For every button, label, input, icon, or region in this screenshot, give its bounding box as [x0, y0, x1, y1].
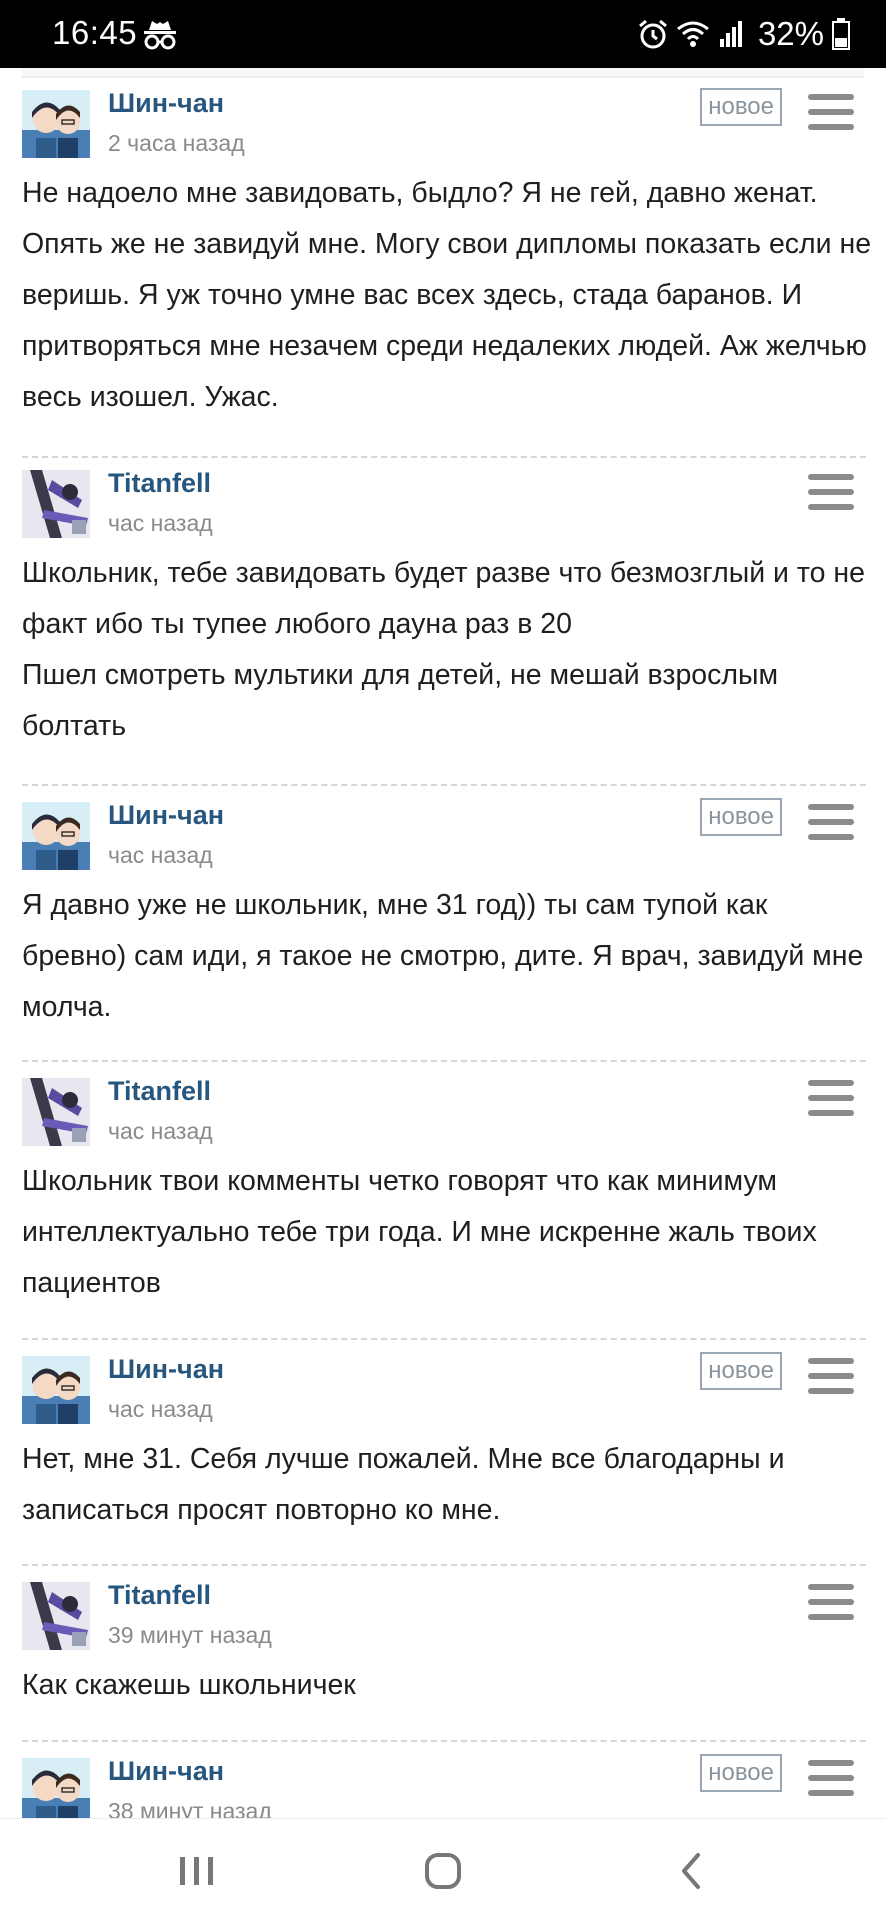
- comment-divider: [22, 456, 866, 458]
- system-nav-bar: [0, 1818, 886, 1921]
- comment-author[interactable]: Шин-чан: [108, 1354, 224, 1385]
- home-icon[interactable]: [413, 1843, 473, 1899]
- comments-feed[interactable]: Шин-чан 2 часа назад новое Не надоело мн…: [0, 68, 886, 1818]
- conan-avatar-art: [22, 802, 90, 870]
- alarm-icon: [638, 19, 667, 49]
- comment-divider: [22, 784, 866, 786]
- comment-text: Я давно уже не школьник, мне 31 год)) ты…: [22, 889, 872, 1023]
- avatar[interactable]: [22, 1078, 90, 1146]
- conan-avatar-art: [22, 1758, 90, 1818]
- wifi-icon: [677, 21, 709, 47]
- avatar[interactable]: [22, 1758, 90, 1818]
- comment-divider: [22, 1060, 866, 1062]
- new-badge: новое: [700, 798, 782, 836]
- comment-text: Как скажешь школьничек: [22, 1669, 356, 1701]
- conan-avatar-art: [22, 1356, 90, 1424]
- avatar[interactable]: [22, 90, 90, 158]
- signal-icon: [719, 21, 742, 47]
- titanfell-avatar-art: [22, 1582, 90, 1650]
- comment-author[interactable]: Titanfell: [108, 1076, 211, 1107]
- comment-menu-icon[interactable]: [808, 1584, 854, 1620]
- new-badge: новое: [700, 1754, 782, 1792]
- comment-divider: [22, 1740, 866, 1742]
- comment-author[interactable]: Шин-чан: [108, 1756, 224, 1787]
- new-badge: новое: [700, 88, 782, 126]
- comment-time: час назад: [108, 1118, 213, 1144]
- comment-text: Школьник, тебе завидовать будет разве чт…: [22, 557, 865, 742]
- comment-author[interactable]: Titanfell: [108, 468, 211, 499]
- comment-text: Нет, мне 31. Себя лучше пожалей. Мне все…: [22, 1443, 793, 1526]
- comment-time: час назад: [108, 1396, 213, 1422]
- titanfell-avatar-art: [22, 1078, 90, 1146]
- comment-menu-icon[interactable]: [808, 1358, 854, 1394]
- comment-author[interactable]: Шин-чан: [108, 88, 224, 119]
- comment-text: Школьник твои комменты четко говорят что…: [22, 1165, 825, 1299]
- comment-menu-icon[interactable]: [808, 804, 854, 840]
- comment-time: 38 минут назад: [108, 1798, 272, 1818]
- feed-top-edge: [22, 68, 864, 78]
- comment-time: час назад: [108, 842, 213, 868]
- avatar[interactable]: [22, 1582, 90, 1650]
- comment-divider: [22, 1338, 866, 1340]
- status-time: 16:45: [52, 14, 138, 51]
- comment-time: 39 минут назад: [108, 1622, 272, 1648]
- back-icon[interactable]: [662, 1843, 722, 1899]
- titanfell-avatar-art: [22, 470, 90, 538]
- comment-author[interactable]: Titanfell: [108, 1580, 211, 1611]
- comment-menu-icon[interactable]: [808, 1760, 854, 1796]
- comment-text: Не надоело мне завидовать, быдло? Я не г…: [22, 177, 880, 413]
- recent-apps-icon[interactable]: [166, 1843, 226, 1899]
- comment-menu-icon[interactable]: [808, 94, 854, 130]
- comment-time: час назад: [108, 510, 213, 536]
- comment-menu-icon[interactable]: [808, 474, 854, 510]
- battery-icon: [832, 18, 850, 50]
- avatar[interactable]: [22, 470, 90, 538]
- avatar[interactable]: [22, 802, 90, 870]
- comment-divider: [22, 1564, 866, 1566]
- battery-percent: 32%: [757, 15, 824, 52]
- avatar[interactable]: [22, 1356, 90, 1424]
- comment-menu-icon[interactable]: [808, 1080, 854, 1116]
- incognito-icon: [144, 21, 176, 50]
- comment-author[interactable]: Шин-чан: [108, 800, 224, 831]
- new-badge: новое: [700, 1352, 782, 1390]
- status-bar: 16:45 32%: [0, 0, 886, 68]
- conan-avatar-art: [22, 90, 90, 158]
- comment-time: 2 часа назад: [108, 130, 245, 156]
